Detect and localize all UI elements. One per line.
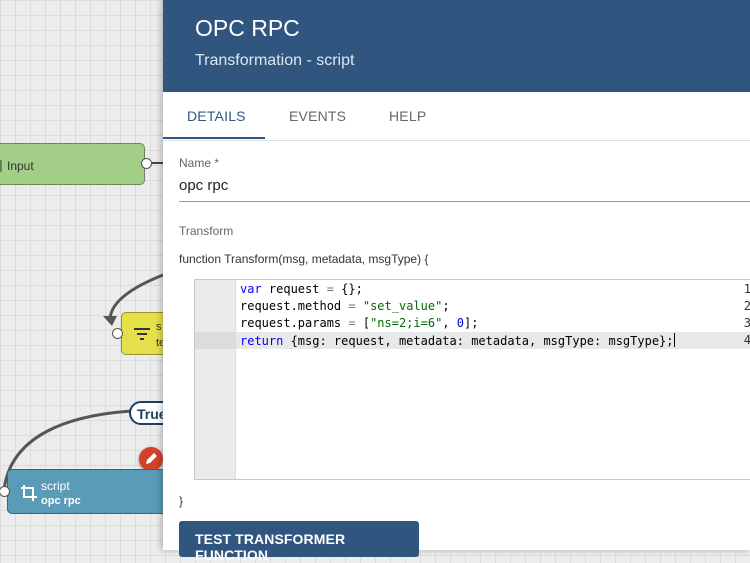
name-input-underline — [179, 201, 750, 202]
panel-tabs: DETAILS EVENTS HELP — [163, 92, 750, 141]
input-bracket-icon: ] — [0, 158, 2, 172]
crop-icon — [21, 485, 37, 501]
code-line-3[interactable]: request.params = ["ns=2;i=6", 0]; — [240, 316, 478, 330]
line-number: 2 — [744, 299, 750, 313]
panel-title: OPC RPC — [195, 15, 300, 41]
panel-header: OPC RPC Transformation - script — [163, 0, 750, 92]
test-transformer-button[interactable]: TEST TRANSFORMER FUNCTION — [179, 521, 419, 563]
editor-gutter — [195, 280, 236, 479]
tab-events[interactable]: EVENTS — [289, 108, 346, 124]
rule-chain-canvas[interactable]: ] Input s te True script opc rpc — [0, 0, 163, 550]
script-node[interactable]: script opc rpc — [7, 469, 163, 514]
name-input[interactable]: opc rpc — [179, 177, 228, 194]
line-number: 1 — [744, 282, 750, 296]
line-number: 3 — [744, 316, 750, 330]
panel-subtitle: Transformation - script — [195, 52, 355, 69]
function-signature: function Transform(msg, metadata, msgTyp… — [179, 252, 429, 266]
line-number: 4 — [744, 333, 750, 347]
script-node-type: script — [41, 479, 70, 493]
input-node[interactable]: ] Input — [0, 143, 152, 185]
switch-node-sublabel: te — [156, 337, 163, 349]
edit-node-button[interactable] — [139, 447, 163, 471]
switch-node[interactable]: s te — [121, 312, 163, 355]
input-node-port[interactable] — [141, 158, 152, 169]
node-details-panel: OPC RPC Transformation - script DETAILS … — [163, 0, 750, 563]
function-close-brace: } — [179, 494, 184, 508]
code-line-4[interactable]: return {msg: request, metadata: metadata… — [240, 333, 675, 348]
script-node-name: opc rpc — [41, 495, 81, 507]
name-field-label: Name * — [179, 156, 220, 170]
transform-label: Transform — [179, 224, 234, 238]
switch-node-label: s — [156, 321, 162, 333]
true-link-badge[interactable]: True — [129, 401, 163, 425]
tab-help[interactable]: HELP — [389, 108, 426, 124]
code-line-2[interactable]: request.method = "set_value"; — [240, 299, 450, 313]
active-gutter-highlight — [195, 332, 236, 349]
switch-node-port[interactable] — [112, 328, 123, 339]
tab-details[interactable]: DETAILS — [187, 108, 246, 124]
code-editor[interactable]: 1 2 3 4 var request = {}; request.method… — [194, 279, 750, 480]
pencil-icon — [146, 453, 157, 464]
input-node-label: Input — [7, 159, 34, 173]
filter-icon — [134, 328, 150, 340]
active-tab-indicator — [163, 137, 265, 139]
text-cursor — [673, 333, 675, 347]
code-line-1[interactable]: var request = {}; — [240, 282, 363, 296]
